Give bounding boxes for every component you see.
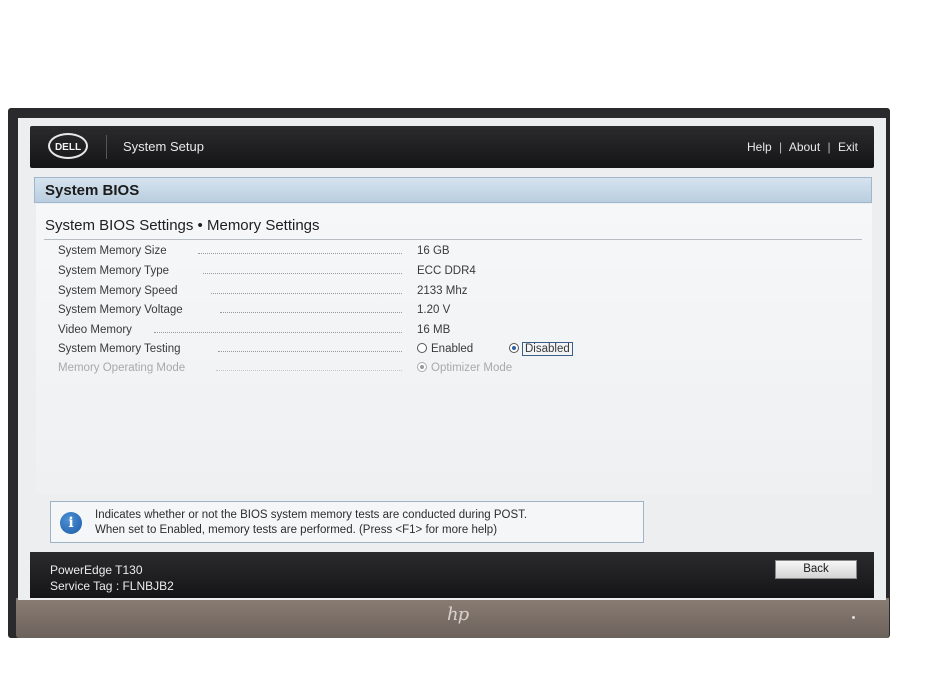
setting-row-memory-type: System Memory Type ECC DDR4: [58, 265, 848, 283]
setting-row-memory-voltage: System Memory Voltage 1.20 V: [58, 304, 848, 322]
top-bar: DELL System Setup Help | About | Exit: [30, 126, 874, 168]
setting-row-memory-size: System Memory Size 16 GB: [58, 245, 848, 263]
setting-label: System Memory Speed: [58, 285, 178, 297]
setting-label: Video Memory: [58, 324, 132, 336]
help-link[interactable]: Help: [747, 140, 772, 154]
settings-panel: System BIOS Settings • Memory Settings S…: [36, 204, 872, 494]
info-icon: i: [60, 512, 82, 534]
leader-dots: [203, 273, 402, 274]
setting-row-memory-operating-mode: Memory Operating Mode Optimizer Mode: [58, 361, 848, 380]
dell-logo: DELL: [48, 133, 88, 159]
link-separator: |: [827, 140, 831, 154]
setting-value: 1.20 V: [417, 304, 451, 316]
page-title: System BIOS Settings • Memory Settings: [45, 217, 320, 234]
setting-row-memory-speed: System Memory Speed 2133 Mhz: [58, 285, 848, 303]
back-button[interactable]: Back: [775, 560, 857, 579]
model-name: PowerEdge T130: [50, 563, 143, 577]
radio-disabled[interactable]: Disabled: [509, 342, 573, 356]
leader-dots: [154, 332, 402, 333]
setting-label: System Memory Testing: [58, 343, 181, 355]
service-tag: Service Tag : FLNBJB2: [50, 579, 174, 593]
about-link[interactable]: About: [789, 140, 820, 154]
setting-label: Memory Operating Mode: [58, 362, 186, 374]
exit-link[interactable]: Exit: [838, 140, 858, 154]
help-box: i Indicates whether or not the BIOS syst…: [50, 501, 644, 543]
setting-label: System Memory Type: [58, 265, 169, 277]
setting-value: 2133 Mhz: [417, 285, 468, 297]
bios-screen: DELL System Setup Help | About | Exit Sy…: [18, 118, 886, 600]
option-label: Disabled: [522, 342, 573, 356]
help-text: Indicates whether or not the BIOS system…: [95, 508, 527, 538]
setting-value: 16 GB: [417, 245, 450, 257]
leader-dots: [216, 370, 402, 371]
option-label: Optimizer Mode: [431, 362, 513, 374]
radio-optimizer-mode: Optimizer Mode: [417, 361, 513, 374]
power-led: [852, 616, 855, 619]
leader-dots: [198, 253, 402, 254]
radio-button-icon: [417, 342, 427, 353]
leader-dots: [211, 293, 402, 294]
setting-value: ECC DDR4: [417, 265, 476, 277]
setting-row-video-memory: Video Memory 16 MB: [58, 324, 848, 342]
link-separator: |: [779, 140, 783, 154]
help-line-1: Indicates whether or not the BIOS system…: [95, 509, 528, 521]
help-line-2: When set to Enabled, memory tests are pe…: [95, 524, 498, 536]
setting-value: 16 MB: [417, 324, 451, 336]
radio-button-selected-icon: [417, 361, 427, 372]
section-header: System BIOS: [34, 177, 872, 203]
setting-label: System Memory Voltage: [58, 304, 183, 316]
leader-dots: [218, 351, 402, 352]
hp-logo: hp: [447, 604, 469, 625]
section-title: System BIOS: [45, 182, 140, 199]
title-divider: [44, 239, 862, 240]
setting-row-memory-testing: System Memory Testing Enabled Disabled: [58, 342, 848, 361]
leader-dots: [220, 312, 402, 313]
system-info: PowerEdge T130 Service Tag : FLNBJB2: [50, 562, 174, 594]
bottom-bar: PowerEdge T130 Service Tag : FLNBJB2 Bac…: [30, 552, 874, 598]
header-divider: [106, 135, 107, 159]
option-label: Enabled: [431, 343, 474, 355]
radio-enabled[interactable]: Enabled: [417, 342, 474, 355]
radio-button-selected-icon: [509, 342, 519, 353]
header-links: Help | About | Exit: [747, 140, 858, 154]
setting-label: System Memory Size: [58, 245, 167, 257]
app-title: System Setup: [123, 139, 204, 154]
